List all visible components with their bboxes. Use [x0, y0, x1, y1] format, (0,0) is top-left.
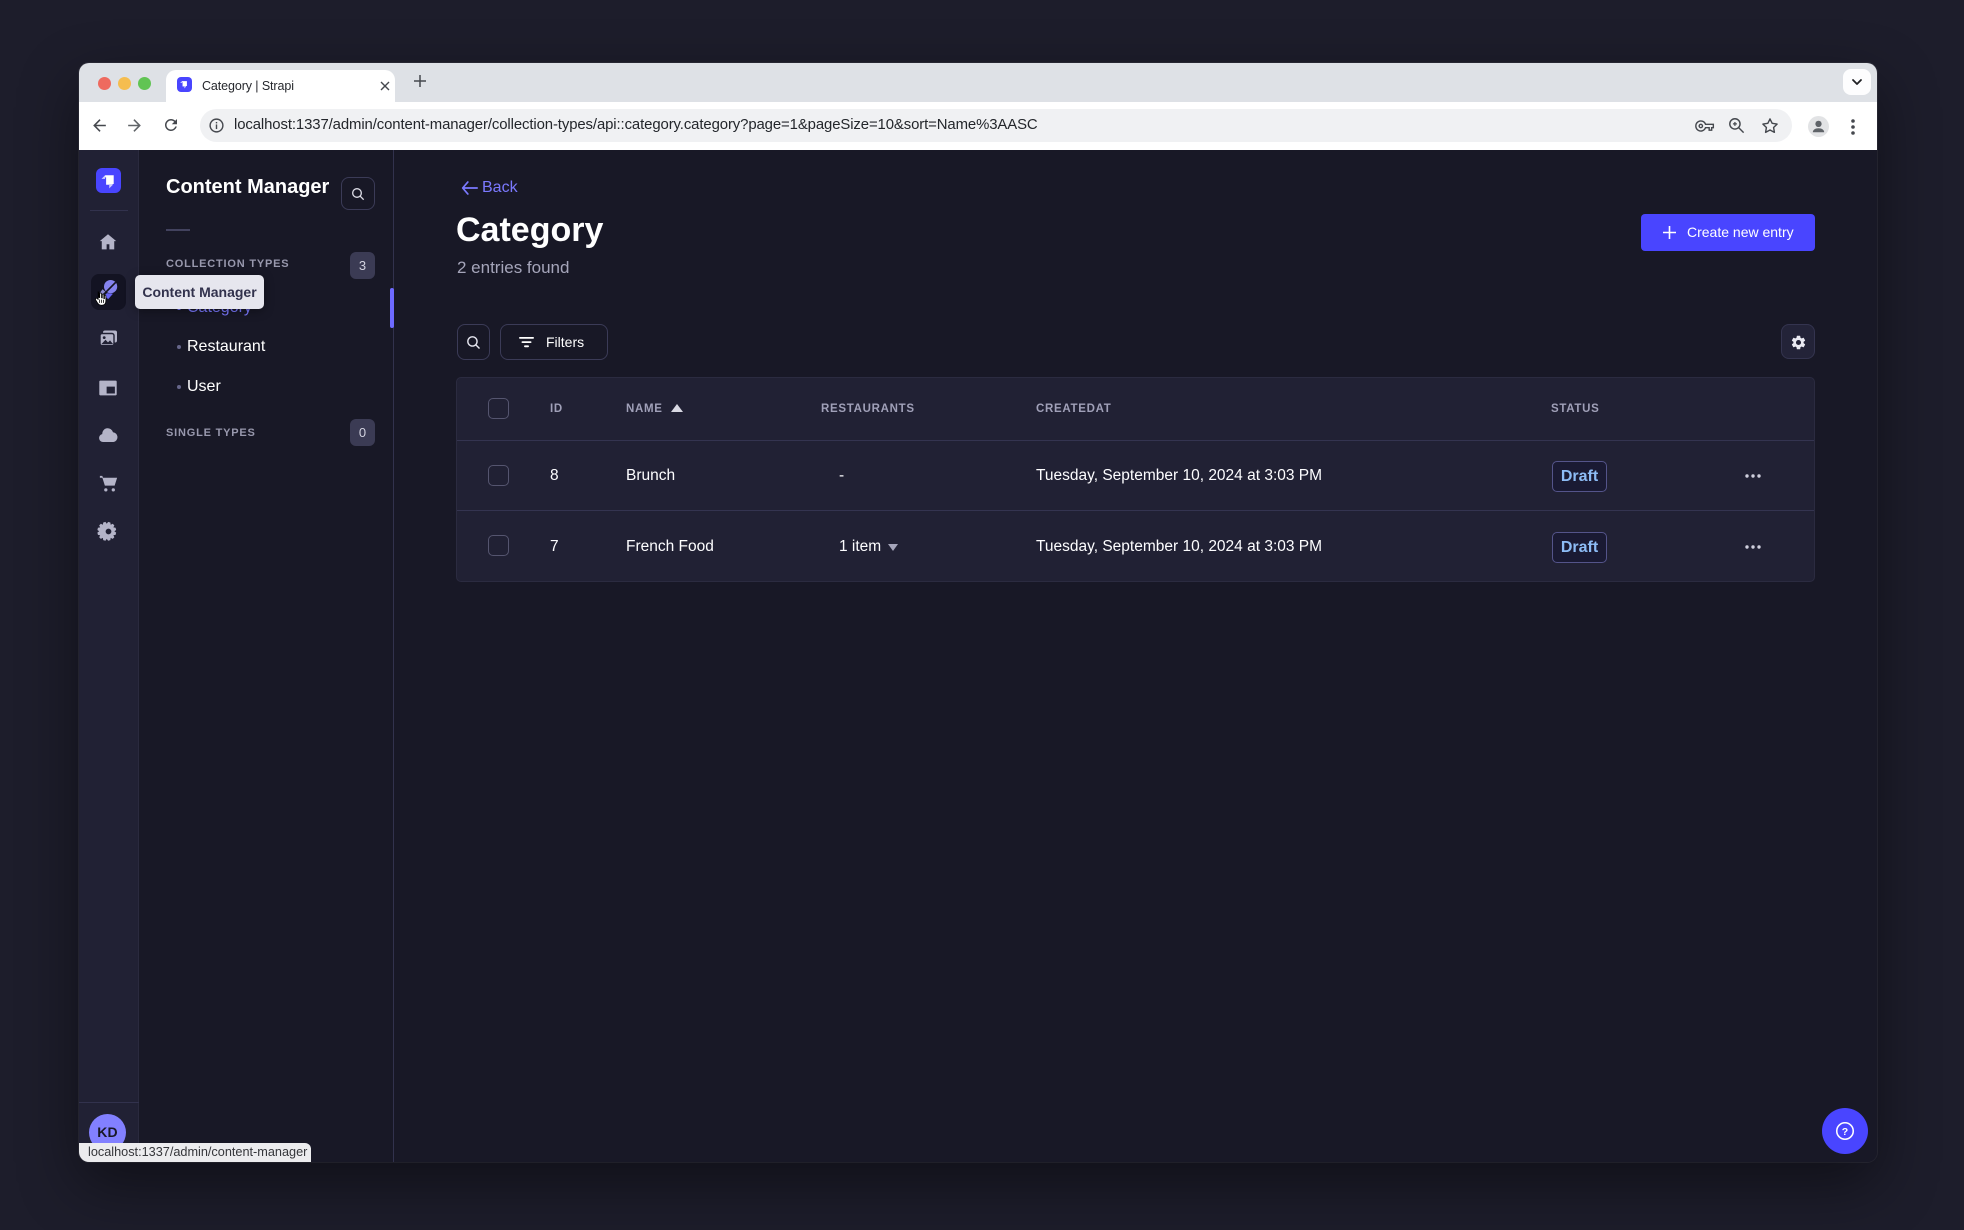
svg-text:?: ? [1842, 1126, 1848, 1138]
